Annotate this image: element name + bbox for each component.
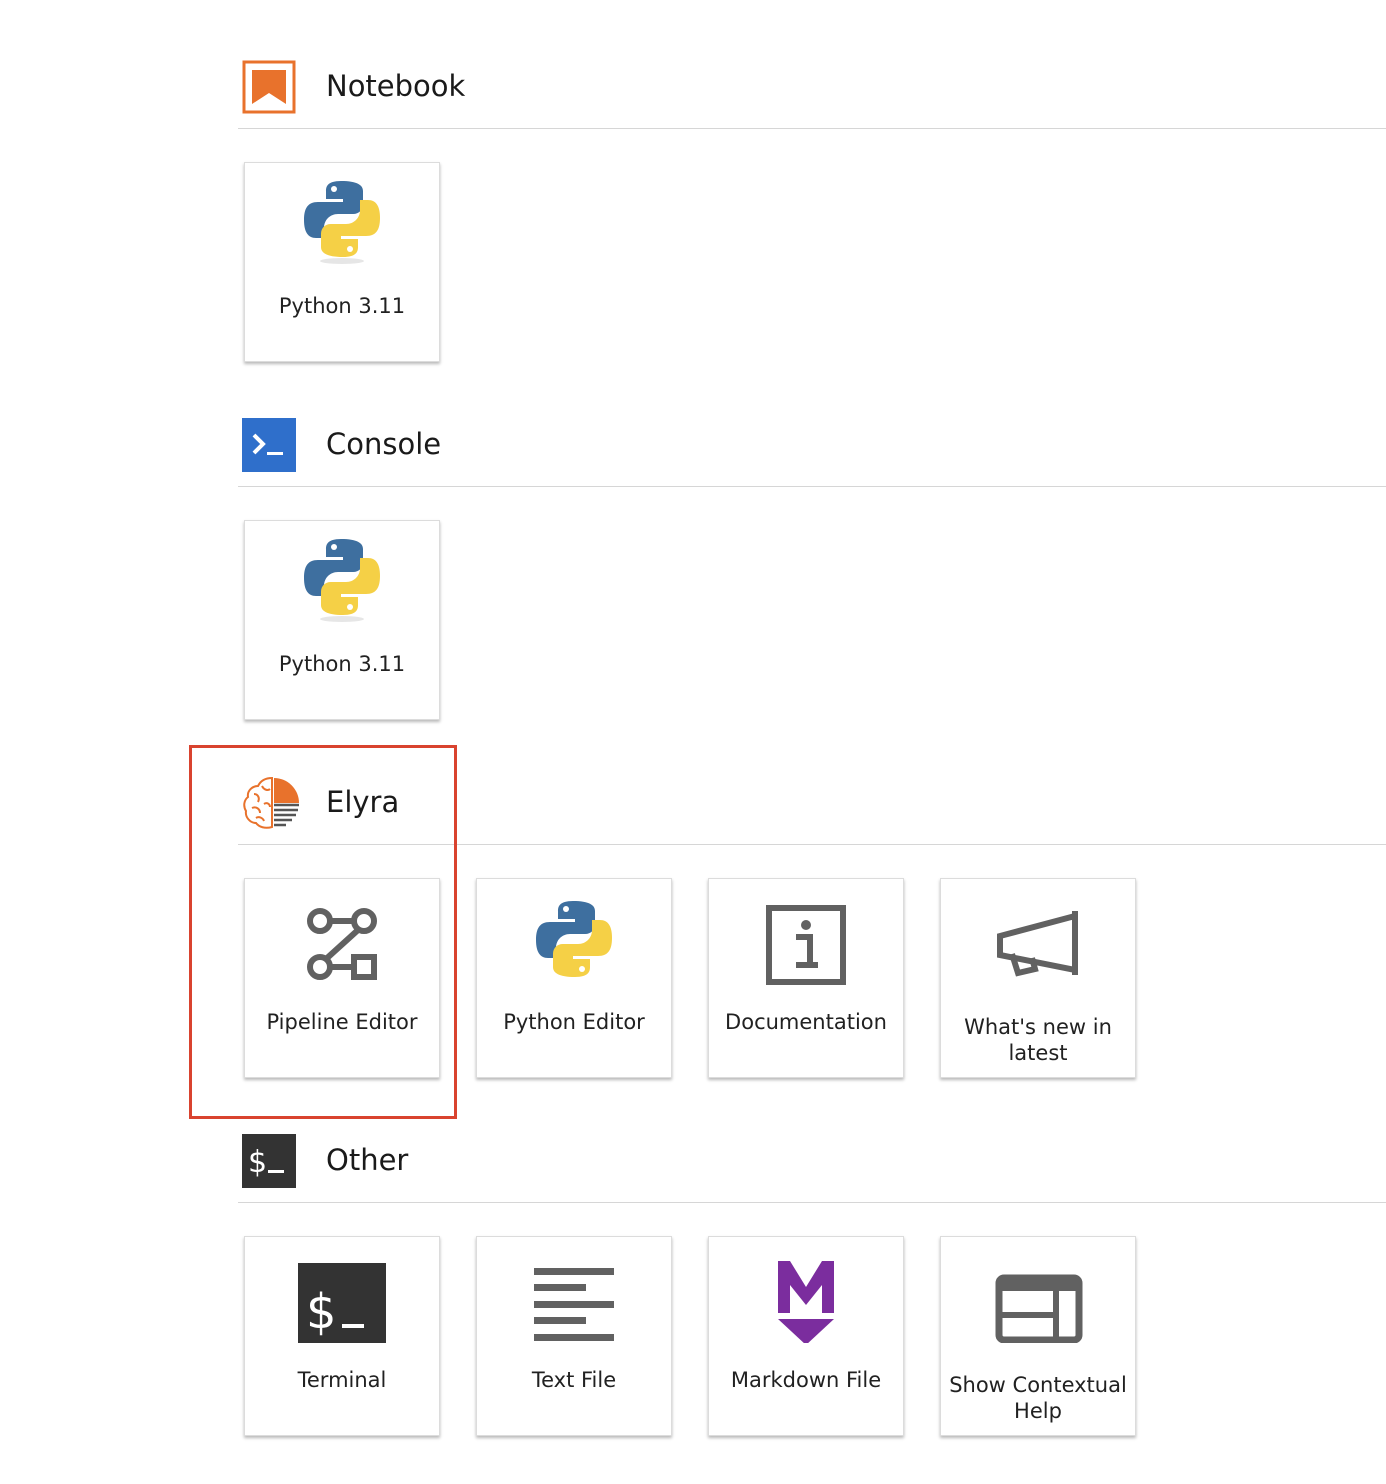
launcher-card-console-python[interactable]: Python 3.11 (244, 520, 440, 720)
card-label: Python 3.11 (278, 294, 406, 318)
card-label: What's new in latest (964, 1015, 1112, 1065)
section-notebook: Notebook (238, 60, 1386, 130)
divider (238, 128, 1386, 129)
card-label: Python Editor (503, 1010, 645, 1034)
megaphone-icon (992, 893, 1084, 985)
svg-text:$: $ (248, 1145, 267, 1180)
terminal-small-icon: $ (242, 1134, 296, 1188)
launcher-card-whats-new[interactable]: What's new in latest (940, 878, 1136, 1078)
card-label: Documentation (725, 1010, 887, 1034)
divider (238, 1202, 1386, 1203)
python-icon (296, 177, 388, 269)
launcher-card-documentation[interactable]: Documentation (708, 878, 904, 1078)
section-title: Notebook (326, 69, 466, 103)
highlight-box (189, 745, 457, 1119)
notebook-icon (242, 60, 296, 114)
launcher-card-markdown-file[interactable]: Markdown File (708, 1236, 904, 1436)
text-file-icon (528, 1251, 620, 1343)
markdown-icon (760, 1251, 852, 1345)
card-label: Text File (531, 1368, 617, 1392)
launcher-card-contextual-help[interactable]: Show Contextual Help (940, 1236, 1136, 1436)
terminal-icon: $ (296, 1251, 388, 1351)
contextual-help-icon (992, 1251, 1084, 1344)
launcher-card-terminal[interactable]: $ Terminal (244, 1236, 440, 1436)
info-icon (760, 893, 852, 985)
card-label: Show Contextual Help (949, 1373, 1127, 1423)
section-title: Other (326, 1143, 409, 1177)
python-icon (528, 893, 620, 985)
launcher-card-text-file[interactable]: Text File (476, 1236, 672, 1436)
launcher-card-notebook-python[interactable]: Python 3.11 (244, 162, 440, 362)
card-label: Python 3.11 (278, 652, 406, 676)
launcher-card-python-editor[interactable]: Python Editor (476, 878, 672, 1078)
svg-text:$: $ (306, 1284, 337, 1340)
python-icon (296, 535, 388, 627)
card-label: Markdown File (730, 1368, 882, 1392)
divider (238, 486, 1386, 487)
console-icon (242, 418, 296, 472)
section-title: Console (326, 427, 442, 461)
section-other: $ Other (238, 1134, 1386, 1204)
section-console: Console (238, 418, 1386, 488)
card-label: Terminal (297, 1368, 387, 1392)
